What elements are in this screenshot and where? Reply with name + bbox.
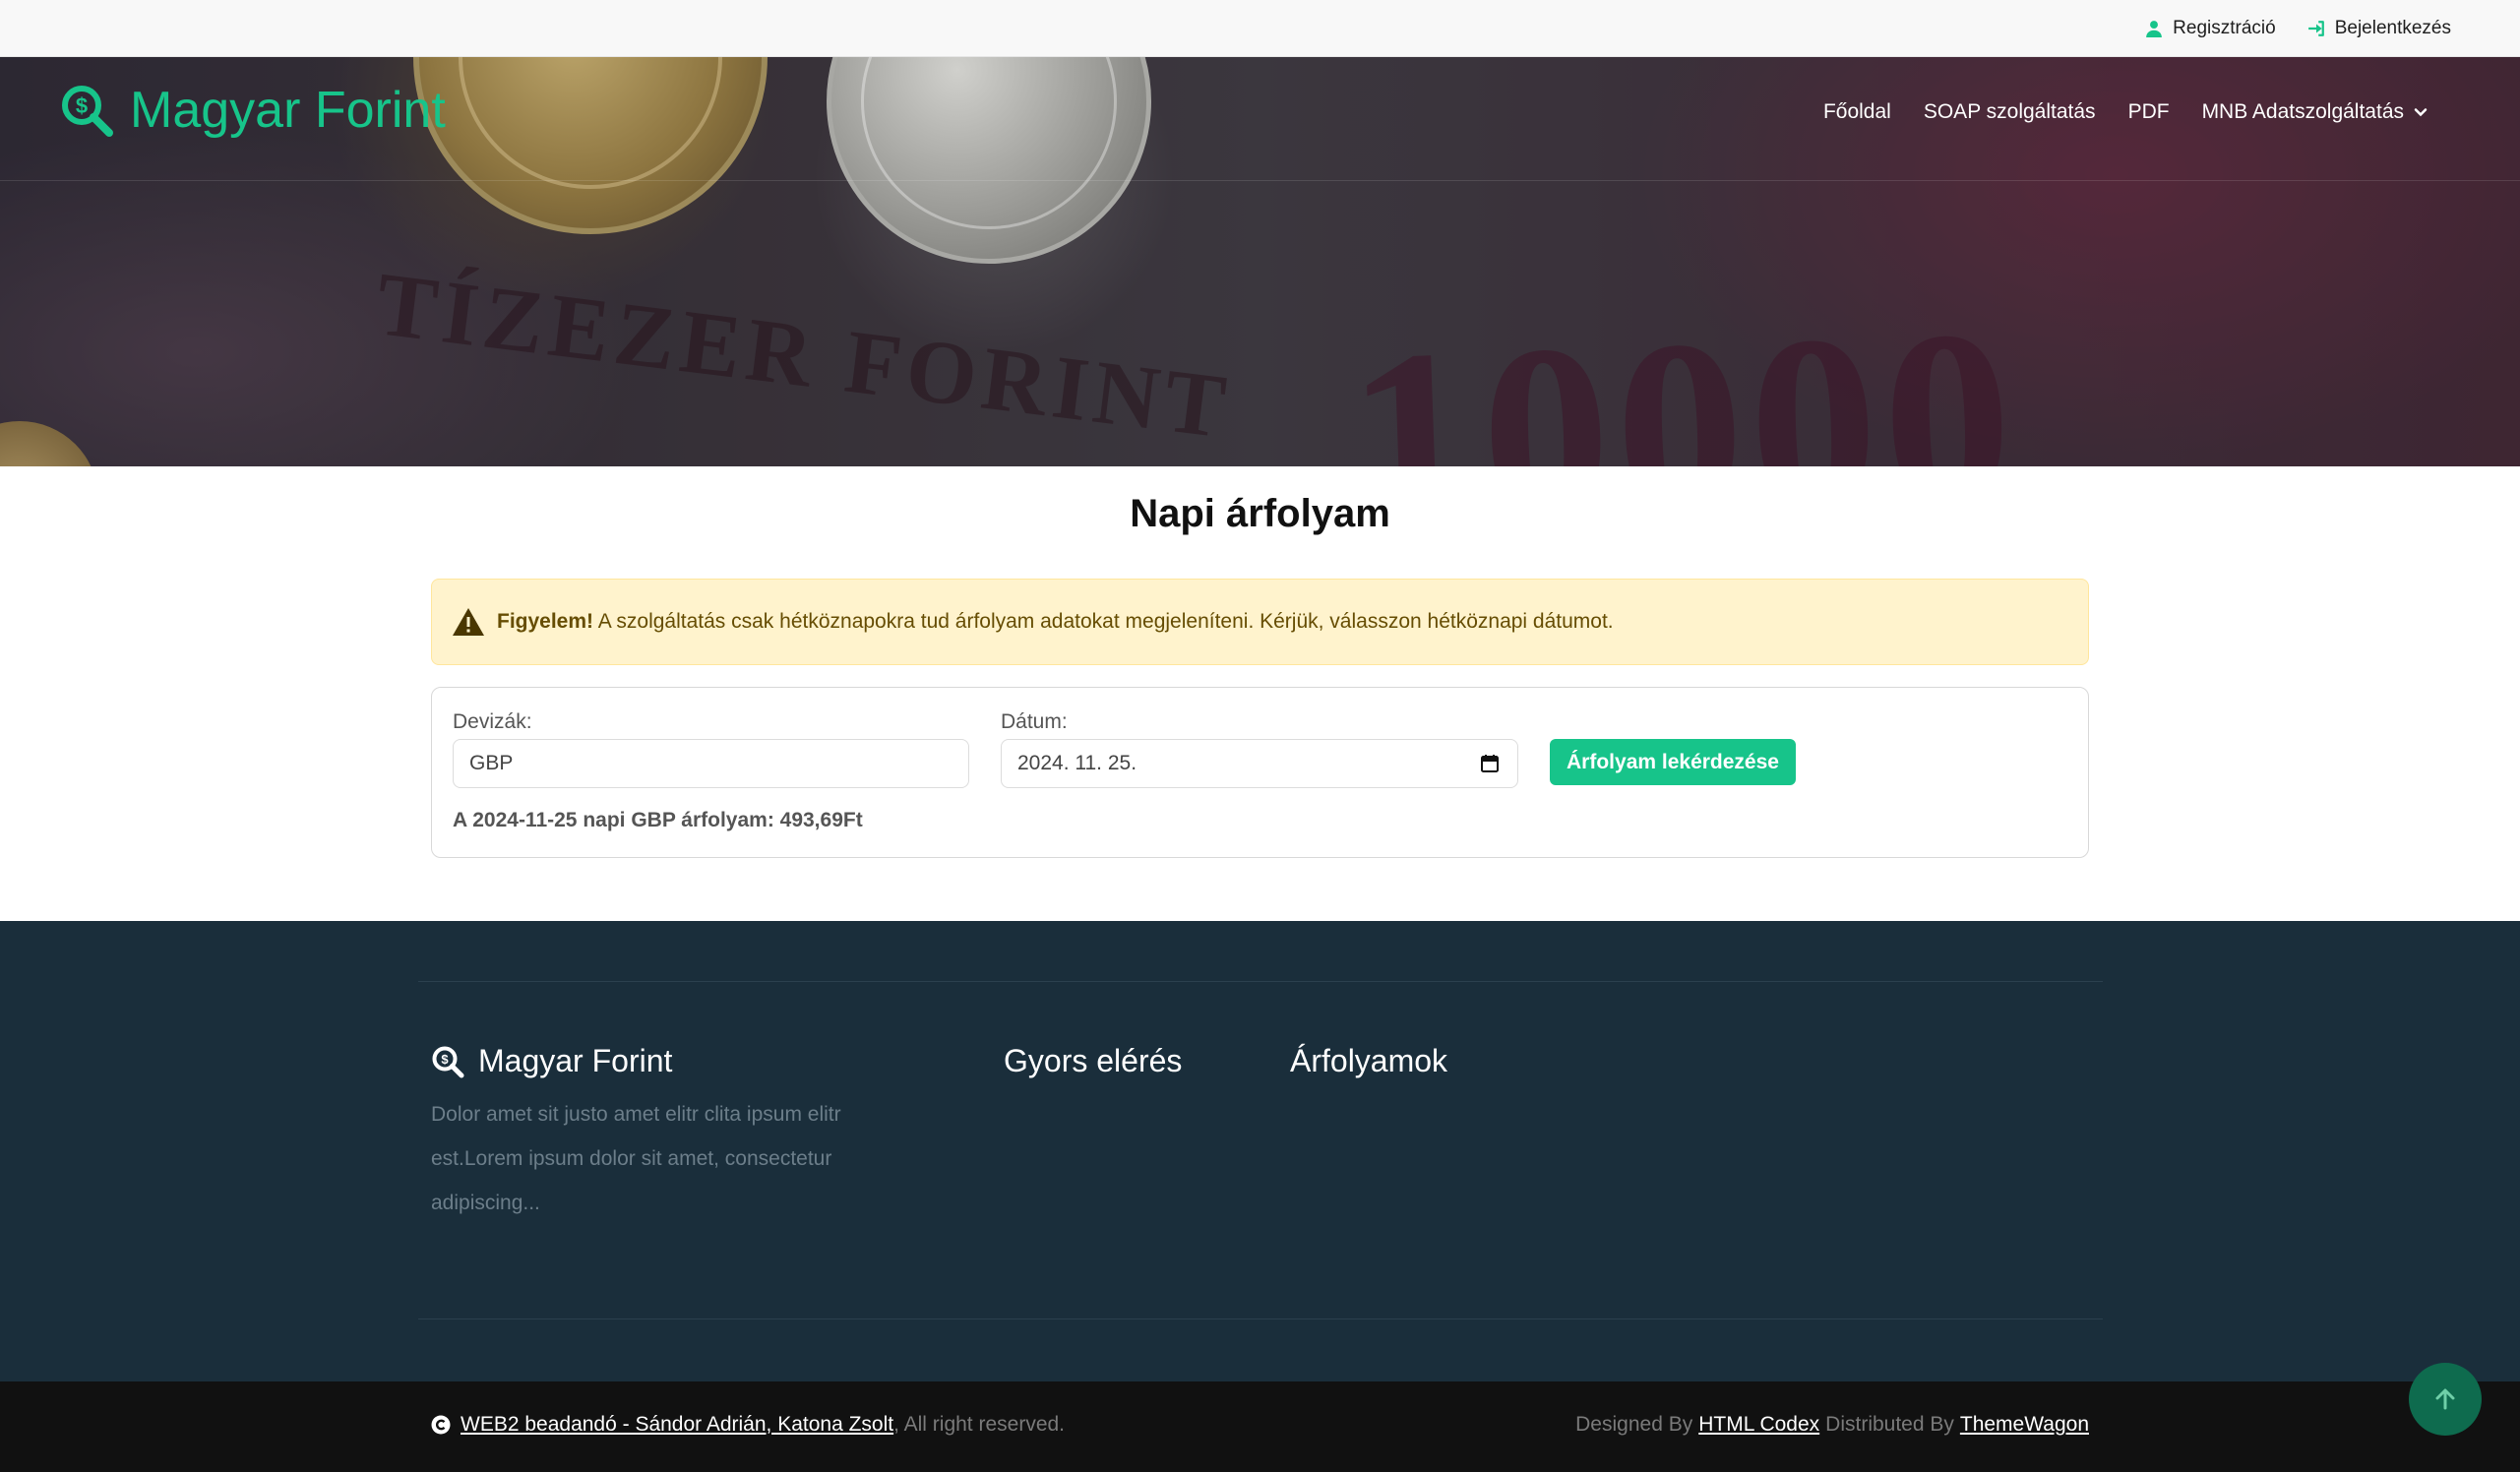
copyright: WEB2 beadandó - Sándor Adrián, Katona Zs… <box>431 1413 1065 1437</box>
sign-in-icon <box>2307 21 2324 36</box>
copyright-icon <box>431 1415 451 1435</box>
distributed-by-label: Distributed By <box>1825 1413 1954 1436</box>
nav-item-home[interactable]: Főoldal <box>1823 100 1891 124</box>
footer-rates-heading: Árfolyamok <box>1290 1043 1448 1078</box>
chevron-down-icon <box>2414 108 2428 117</box>
register-label: Regisztráció <box>2173 18 2276 38</box>
footer-brand[interactable]: $ Magyar Forint <box>431 1043 672 1079</box>
designed-by-label: Designed By <box>1575 1413 1693 1436</box>
currency-select[interactable]: GBP <box>453 739 969 788</box>
alert-strong: Figyelem! <box>497 610 594 633</box>
footer <box>0 921 2520 1381</box>
rate-result: A 2024-11-25 napi GBP árfolyam: 493,69Ft <box>453 809 863 831</box>
footer-quick-links-heading: Gyors elérés <box>1004 1043 1183 1078</box>
search-dollar-icon: $ <box>62 86 113 137</box>
date-input[interactable]: 2024. 11. 25. <box>1001 739 1518 788</box>
nav-item-soap[interactable]: SOAP szolgáltatás <box>1924 100 2096 124</box>
login-link[interactable]: Bejelentkezés <box>2307 18 2451 39</box>
credits: Designed By HTML Codex Distributed By Th… <box>1575 1413 2089 1437</box>
footer-description: Dolor amet sit justo amet elitr clita ip… <box>431 1103 841 1214</box>
footer-brand-name: Magyar Forint <box>478 1043 673 1078</box>
login-label: Bejelentkezés <box>2334 18 2451 38</box>
user-icon <box>2146 21 2163 37</box>
coin-image <box>827 57 1151 264</box>
calendar-icon[interactable] <box>1480 754 1500 773</box>
nav-item-mnb-label: MNB Adatszolgáltatás <box>2201 100 2404 123</box>
alert-text: Figyelem! A szolgáltatás csak hétköznapo… <box>497 610 1614 634</box>
register-link[interactable]: Regisztráció <box>2145 18 2276 39</box>
currency-label: Devizák: <box>453 710 532 733</box>
banknote-number: 10000 <box>1343 276 2022 466</box>
date-label: Dátum: <box>1001 710 1068 733</box>
back-to-top-button[interactable] <box>2409 1363 2482 1436</box>
distributor-link[interactable]: ThemeWagon <box>1960 1413 2089 1437</box>
date-value: 2024. 11. 25. <box>1017 752 1137 774</box>
brand-logo[interactable]: $ Magyar Forint <box>59 81 446 140</box>
coin-image <box>413 57 768 234</box>
page-title: Napi árfolyam <box>1130 492 1390 535</box>
coin-image <box>0 421 98 466</box>
copyright-bar <box>0 1381 2520 1472</box>
main-nav: Főoldal SOAP szolgáltatás PDF MNB Adatsz… <box>1823 100 2428 124</box>
query-rate-button[interactable]: Árfolyam lekérdezése <box>1550 739 1796 785</box>
banknote-text: TÍZEZER FORINT <box>371 253 1237 458</box>
designer-link[interactable]: HTML Codex <box>1698 1413 1819 1437</box>
arrow-up-icon <box>2435 1388 2455 1410</box>
nav-item-mnb-dropdown[interactable]: MNB Adatszolgáltatás <box>2202 100 2428 124</box>
copyright-link[interactable]: WEB2 beadandó - Sándor Adrián, Katona Zs… <box>461 1413 893 1436</box>
copyright-rest: , All right reserved. <box>893 1413 1066 1436</box>
brand-name: Magyar Forint <box>130 82 446 139</box>
footer-divider-top <box>418 981 2103 982</box>
nav-item-pdf[interactable]: PDF <box>2128 100 2170 124</box>
svg-text:$: $ <box>441 1052 449 1067</box>
alert-message: A szolgáltatás csak hétköznapokra tud ár… <box>597 610 1614 633</box>
top-bar-links: Regisztráció Bejelentkezés <box>2145 0 2451 57</box>
top-bar: Regisztráció Bejelentkezés <box>0 0 2520 57</box>
warning-alert: Figyelem! A szolgáltatás csak hétköznapo… <box>431 579 2089 665</box>
currency-value: GBP <box>469 752 514 774</box>
svg-text:$: $ <box>76 93 88 118</box>
search-dollar-icon: $ <box>432 1046 464 1077</box>
nav-divider <box>0 180 2520 181</box>
warning-icon <box>453 608 484 636</box>
